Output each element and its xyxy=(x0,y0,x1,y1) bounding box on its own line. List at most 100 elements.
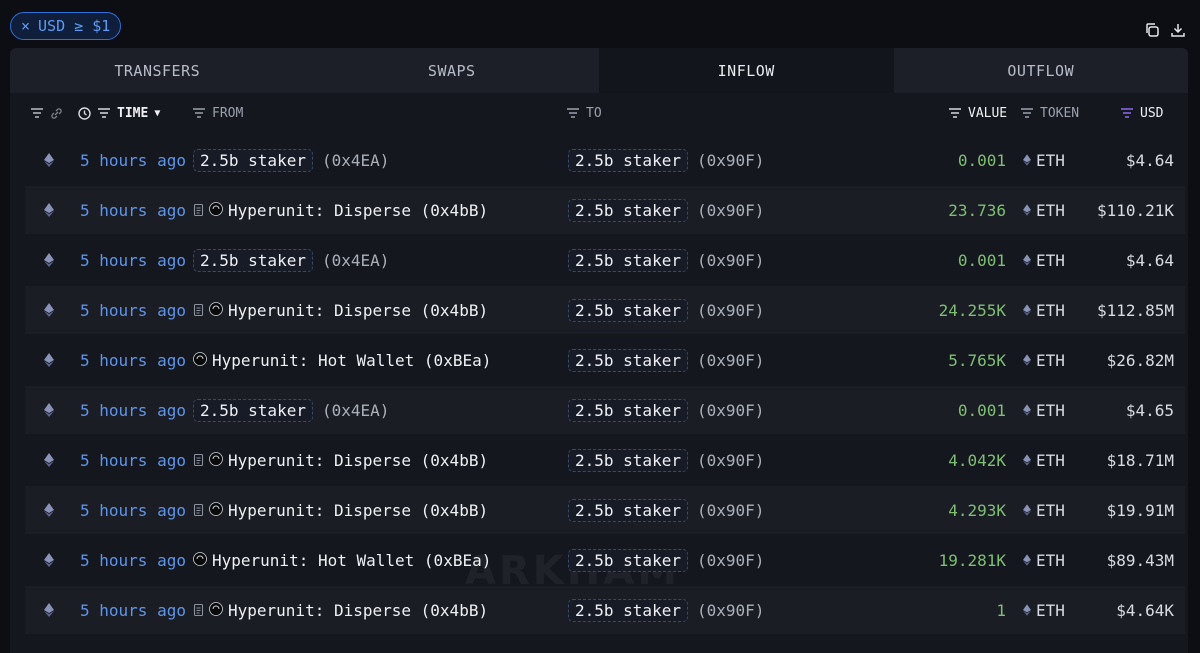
time-link[interactable]: 5 hours ago xyxy=(80,236,186,284)
token-column-header[interactable]: TOKEN xyxy=(1040,106,1079,121)
from-entity[interactable]: Hyperunit: Hot Wallet (0xBEa) xyxy=(212,551,491,570)
clock-icon xyxy=(78,106,91,120)
table-row[interactable]: 5 hours ago 2.5b staker (0x4EA) 2.5b staker… xyxy=(25,136,1185,184)
close-icon[interactable]: × xyxy=(21,17,30,35)
time-link[interactable]: 5 hours ago xyxy=(80,386,186,434)
usd-filter-chip[interactable]: × USD ≥ $1 xyxy=(10,12,122,40)
from-entity[interactable]: Hyperunit: Hot Wallet (0xBEa) xyxy=(212,351,491,370)
usd-column-header[interactable]: USD xyxy=(1140,106,1163,121)
time-link[interactable]: 5 hours ago xyxy=(80,186,186,234)
to-entity-pill[interactable]: 2.5b staker xyxy=(568,598,688,622)
to-address[interactable]: (0x90F) xyxy=(697,401,764,420)
from-entity[interactable]: Hyperunit: Disperse (0x4bB) xyxy=(228,601,488,620)
value-cell: 4.293K xyxy=(948,500,1006,520)
to-entity-pill[interactable]: 2.5b staker xyxy=(568,248,688,272)
to-address[interactable]: (0x90F) xyxy=(697,251,764,270)
from-address[interactable]: (0x4EA) xyxy=(322,401,389,420)
from-entity-pill[interactable]: 2.5b staker xyxy=(193,248,313,272)
token-cell[interactable]: ETH xyxy=(1023,586,1065,634)
token-cell[interactable]: ETH xyxy=(1023,236,1065,284)
token-cell[interactable]: ETH xyxy=(1023,386,1065,434)
filter-icon[interactable] xyxy=(192,107,206,119)
filter-icon[interactable] xyxy=(948,107,962,119)
filter-active-icon[interactable] xyxy=(1120,107,1134,119)
time-link[interactable]: 5 hours ago xyxy=(80,536,186,584)
tab-outflow[interactable]: OUTFLOW xyxy=(893,48,1188,93)
table-row[interactable]: 5 hours ago Hyperunit: Hot Wallet (0xBEa)… xyxy=(25,536,1185,584)
from-entity-pill[interactable]: 2.5b staker xyxy=(193,398,313,422)
tab-transfers[interactable]: TRANSFERS xyxy=(10,48,305,93)
to-entity-pill[interactable]: 2.5b staker xyxy=(568,298,688,322)
from-entity[interactable]: Hyperunit: Disperse (0x4bB) xyxy=(228,201,488,220)
time-link[interactable]: 5 hours ago xyxy=(80,286,186,334)
value-cell: 24.255K xyxy=(938,300,1006,320)
to-entity-pill[interactable]: 2.5b staker xyxy=(568,548,688,572)
value-cell: 5.765K xyxy=(948,350,1006,370)
filter-icon[interactable] xyxy=(97,107,111,119)
table-row[interactable]: 5 hours ago Hyperunit: Hot Wallet (0xBEa)… xyxy=(25,336,1185,384)
to-column-header[interactable]: TO xyxy=(586,106,602,121)
from-entity[interactable]: Hyperunit: Disperse (0x4bB) xyxy=(228,301,488,320)
from-address[interactable]: (0x4EA) xyxy=(322,251,389,270)
to-address[interactable]: (0x90F) xyxy=(697,351,764,370)
to-address[interactable]: (0x90F) xyxy=(697,451,764,470)
filter-icon[interactable] xyxy=(566,107,580,119)
time-link[interactable]: 5 hours ago xyxy=(80,486,186,534)
token-cell[interactable]: ETH xyxy=(1023,536,1065,584)
link-icon[interactable] xyxy=(50,107,63,120)
token-symbol: ETH xyxy=(1036,150,1065,170)
table-row[interactable]: 5 hours ago Hyperunit: Disperse (0x4bB) 2.… xyxy=(25,486,1185,534)
sort-down-icon[interactable]: ▼ xyxy=(154,108,160,119)
table-row[interactable]: 5 hours ago Hyperunit: Disperse (0x4bB) 2.… xyxy=(25,186,1185,234)
download-icon[interactable] xyxy=(1170,22,1186,38)
from-column-header[interactable]: FROM xyxy=(212,106,243,121)
to-entity-pill[interactable]: 2.5b staker xyxy=(568,398,688,422)
from-address[interactable]: (0x4EA) xyxy=(322,151,389,170)
chain-eth-icon xyxy=(44,436,54,484)
to-address[interactable]: (0x90F) xyxy=(697,551,764,570)
to-address[interactable]: (0x90F) xyxy=(697,501,764,520)
time-link[interactable]: 5 hours ago xyxy=(80,586,186,634)
chain-eth-icon xyxy=(44,586,54,634)
to-entity-pill[interactable]: 2.5b staker xyxy=(568,198,688,222)
table-row[interactable]: 5 hours ago 2.5b staker (0x4EA) 2.5b staker… xyxy=(25,236,1185,284)
to-entity-pill[interactable]: 2.5b staker xyxy=(568,148,688,172)
token-symbol: ETH xyxy=(1036,550,1065,570)
time-link[interactable]: 5 hours ago xyxy=(80,336,186,384)
token-cell[interactable]: ETH xyxy=(1023,486,1065,534)
to-address[interactable]: (0x90F) xyxy=(697,201,764,220)
to-cell: 2.5b staker (0x90F) xyxy=(568,436,764,484)
time-column-header[interactable]: TIME xyxy=(117,106,148,121)
table-row[interactable]: 5 hours ago Hyperunit: Disperse (0x4bB) 2.… xyxy=(25,436,1185,484)
value-column-header[interactable]: VALUE xyxy=(968,106,1007,121)
copy-icon[interactable] xyxy=(1144,22,1160,38)
time-link[interactable]: 5 hours ago xyxy=(80,436,186,484)
to-address[interactable]: (0x90F) xyxy=(697,301,764,320)
from-cell: Hyperunit: Disperse (0x4bB) xyxy=(193,586,488,634)
to-address[interactable]: (0x90F) xyxy=(697,151,764,170)
table-row[interactable]: 5 hours ago Hyperunit: Disperse (0x4bB) 2.… xyxy=(25,586,1185,634)
token-cell[interactable]: ETH xyxy=(1023,336,1065,384)
filter-icon[interactable] xyxy=(1020,107,1034,119)
filter-icon[interactable] xyxy=(30,107,44,119)
tab-inflow[interactable]: INFLOW xyxy=(599,48,894,93)
to-entity-pill[interactable]: 2.5b staker xyxy=(568,448,688,472)
to-cell: 2.5b staker (0x90F) xyxy=(568,386,764,434)
to-entity-pill[interactable]: 2.5b staker xyxy=(568,348,688,372)
token-cell[interactable]: ETH xyxy=(1023,186,1065,234)
token-cell[interactable]: ETH xyxy=(1023,436,1065,484)
table-row[interactable]: 5 hours ago Hyperunit: Disperse (0x4bB) 2.… xyxy=(25,286,1185,334)
from-entity-pill[interactable]: 2.5b staker xyxy=(193,148,313,172)
from-entity[interactable]: Hyperunit: Disperse (0x4bB) xyxy=(228,501,488,520)
table-row[interactable]: 5 hours ago 2.5b staker (0x4EA) 2.5b staker… xyxy=(25,386,1185,434)
to-entity-pill[interactable]: 2.5b staker xyxy=(568,498,688,522)
token-symbol: ETH xyxy=(1036,350,1065,370)
eth-icon xyxy=(1023,351,1031,370)
to-address[interactable]: (0x90F) xyxy=(697,601,764,620)
time-link[interactable]: 5 hours ago xyxy=(80,136,186,184)
token-cell[interactable]: ETH xyxy=(1023,286,1065,334)
token-cell[interactable]: ETH xyxy=(1023,136,1065,184)
from-cell: Hyperunit: Disperse (0x4bB) xyxy=(193,286,488,334)
from-entity[interactable]: Hyperunit: Disperse (0x4bB) xyxy=(228,451,488,470)
tab-swaps[interactable]: SWAPS xyxy=(304,48,599,93)
